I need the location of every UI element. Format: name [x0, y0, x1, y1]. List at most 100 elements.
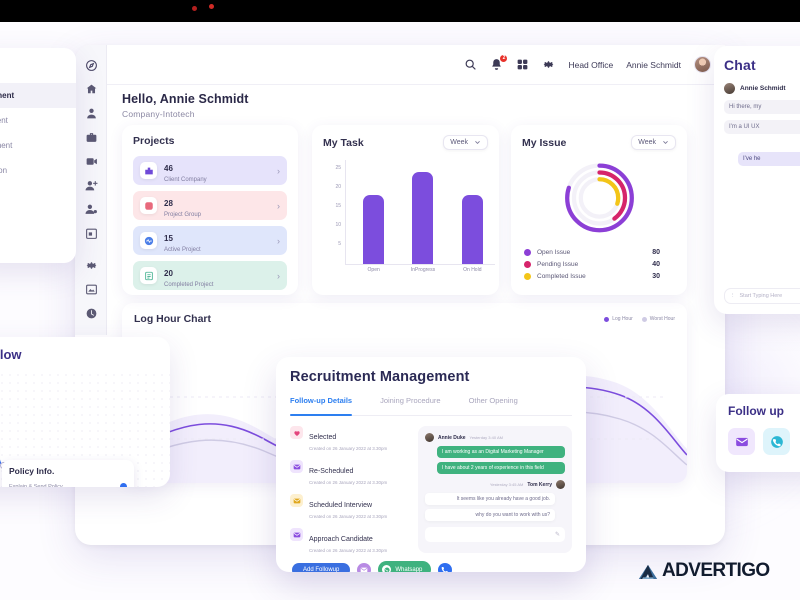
node-title: Policy Info. — [9, 466, 55, 476]
project-row-active-project[interactable]: 15 Active Project › — [133, 226, 287, 255]
menu-item-3[interactable]: ...gement — [0, 133, 76, 158]
project-row-completed-project[interactable]: 20 Completed Project › — [133, 261, 287, 290]
chat-input[interactable]: ⋮ Start Typing Here — [724, 288, 800, 304]
project-label: Active Project — [164, 246, 201, 253]
list-item-title: Approach Candidate — [309, 536, 373, 543]
conversation-input[interactable]: ✎ — [425, 527, 565, 542]
my-task-bar-chart: 25 20 15 10 5 Open InProgress On Hold — [323, 160, 495, 282]
whatsapp-button[interactable]: Whatsapp — [378, 561, 432, 573]
chat-message-outgoing: I've he — [738, 152, 800, 166]
calendar-icon[interactable] — [75, 221, 107, 245]
menu-item-2[interactable]: ...ement — [0, 108, 76, 133]
chevron-down-icon — [475, 141, 480, 144]
avatar — [556, 480, 565, 489]
avatar — [724, 83, 735, 94]
list-item-selected[interactable]: Selected Created on 26 January 2022 at 3… — [290, 426, 408, 451]
clock-icon[interactable] — [75, 301, 107, 325]
log-hour-header: Log Hour Chart Log Hour Worst Hour — [134, 313, 675, 325]
watermark-text: ADVERTIGO — [662, 560, 770, 581]
message-time: Yesterday 3:40 AM — [469, 435, 503, 440]
sidebar-icon-rail[interactable] — [75, 45, 107, 335]
recruiter-name: Tom Kerry — [527, 481, 552, 488]
tab-joining-procedure[interactable]: Joining Procedure — [380, 396, 440, 410]
list-item-subtitle: Created on 26 January 2022 at 3.30pm — [309, 446, 388, 451]
send-icon[interactable]: ✎ — [555, 531, 560, 538]
legend-dot — [524, 261, 531, 268]
phone-icon[interactable] — [763, 428, 790, 455]
tab-other-opening[interactable]: Other Opening — [469, 396, 518, 410]
my-task-range-select[interactable]: Week — [443, 135, 488, 150]
gear-icon[interactable] — [542, 58, 555, 71]
list-item-title: Re-Scheduled — [309, 468, 354, 475]
bell-icon[interactable]: 2 — [490, 55, 508, 71]
attach-icon: ⋮ — [730, 293, 736, 299]
avatar[interactable] — [694, 56, 711, 73]
project-row-project-group[interactable]: 28 Project Group › — [133, 191, 287, 220]
list-item-scheduled-interview[interactable]: Scheduled Interview Created on 26 Januar… — [290, 494, 408, 519]
gear-icon[interactable] — [75, 253, 107, 277]
conversation-recruiter-header: Yesterday 3:45 AM Tom Kerry — [425, 480, 565, 489]
tab-follow-up-details[interactable]: Follow-up Details — [290, 396, 353, 416]
greeting-block: Hello, Annie Schmidt Company-Intotech — [122, 92, 249, 119]
log-hour-legend: Log Hour Worst Hour — [604, 316, 675, 322]
whatsapp-label: Whatsapp — [395, 566, 423, 573]
follow-up-title: Follow up — [728, 404, 784, 418]
office-label[interactable]: Head Office — [568, 60, 613, 70]
home-icon[interactable] — [75, 77, 107, 101]
search-icon[interactable] — [464, 58, 477, 71]
briefcase-icon[interactable] — [75, 125, 107, 149]
legend-row-open-issue: Open Issue 80 — [524, 249, 674, 256]
dashboard-topbar: 2 Head Office Annie Schmidt — [107, 45, 725, 85]
my-issue-donut-chart — [552, 158, 647, 243]
bar-onhold — [461, 194, 483, 264]
list-item-re-scheduled[interactable]: Re-Scheduled Created on 26 January 2022 … — [290, 460, 408, 485]
range-value: Week — [450, 139, 468, 146]
chat-input-placeholder: Start Typing Here — [739, 293, 783, 299]
legend-value: 40 — [652, 261, 660, 268]
red-dot-icon — [209, 4, 214, 9]
projects-title: Projects — [133, 135, 175, 147]
toggle-indicator[interactable] — [120, 483, 127, 487]
range-value: Week — [638, 139, 656, 146]
project-count: 20 — [164, 268, 173, 278]
list-item-title: Selected — [309, 434, 337, 441]
project-row-client-company[interactable]: 46 Client Company › — [133, 156, 287, 185]
browser-top-strip — [0, 0, 800, 22]
legend-dot — [524, 249, 531, 256]
legend-value: 30 — [652, 273, 660, 280]
log-hour-title: Log Hour Chart — [134, 313, 211, 325]
flow-node-policy-info[interactable]: Policy Info. Explain & Send Policy — [2, 460, 134, 487]
phone-action-icon[interactable] — [438, 562, 453, 572]
user-add-icon[interactable] — [75, 173, 107, 197]
video-icon[interactable] — [75, 149, 107, 173]
onboarding-flow-card: ...rding Flow ...tion Policy Info. Expla… — [0, 337, 170, 487]
compass-icon[interactable] — [75, 53, 107, 77]
message-time: Yesterday 3:45 AM — [489, 482, 524, 487]
group-icon — [140, 197, 157, 214]
menu-item-1[interactable]: ...gement — [0, 83, 76, 108]
grid-icon[interactable] — [516, 58, 529, 71]
my-issue-range-select[interactable]: Week — [631, 135, 676, 150]
mail-icon[interactable] — [728, 428, 755, 455]
left-menu-panel: ...s ...gement ...ement ...gement ...zat… — [0, 48, 76, 263]
user-name-label[interactable]: Annie Schmidt — [626, 60, 681, 70]
mail-action-icon[interactable] — [357, 562, 372, 572]
chevron-right-icon: › — [277, 165, 280, 176]
menu-item-4[interactable]: ...zation — [0, 158, 76, 183]
follow-up-card: Follow up — [716, 394, 800, 472]
image-icon[interactable] — [75, 277, 107, 301]
mail-icon — [290, 494, 303, 507]
mail-icon — [290, 528, 303, 541]
y-tick: 25 — [335, 165, 341, 171]
legend-dot — [524, 273, 531, 280]
bar-open — [363, 194, 385, 264]
user-settings-icon[interactable] — [75, 197, 107, 221]
list-item-approach-candidate[interactable]: Approach Candidate Created on 26 January… — [290, 528, 408, 553]
company-subtitle: Company-Intotech — [122, 109, 195, 119]
y-tick: 10 — [335, 222, 341, 228]
add-followup-button[interactable]: Add Followup — [292, 562, 351, 572]
candidate-message: I have about 2 years of experience in th… — [437, 462, 565, 474]
menu-item-0[interactable]: ...s — [0, 58, 76, 83]
user-icon[interactable] — [75, 101, 107, 125]
my-task-card: My Task Week 25 20 15 10 5 Open InProgre… — [312, 125, 499, 295]
